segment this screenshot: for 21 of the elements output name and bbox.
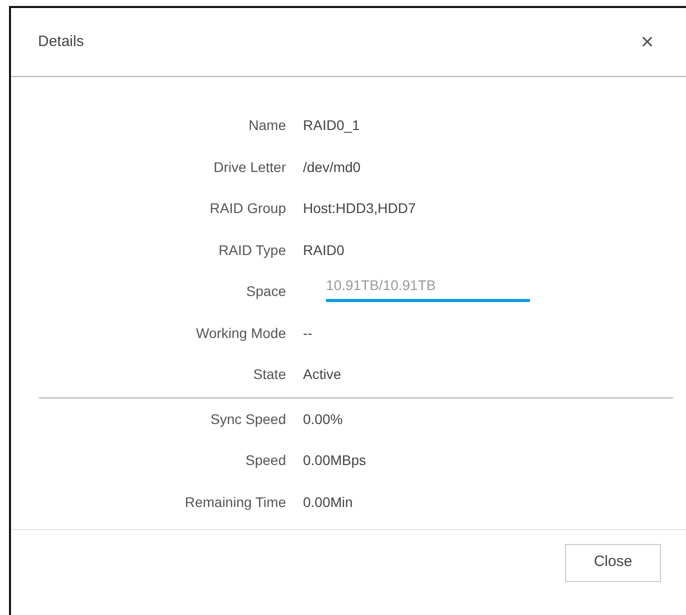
field-label: Working Mode	[194, 324, 286, 343]
field-label: RAID Group	[208, 199, 286, 218]
field-label: Sync Speed	[210, 410, 286, 429]
field-label: Speed	[244, 451, 286, 470]
field-value: /dev/md0	[303, 158, 361, 177]
field-label: Remaining Time	[184, 492, 286, 512]
field-label: State	[252, 365, 286, 384]
field-label: RAID Type	[218, 240, 286, 260]
field-value: Host:HDD3,HDD7	[303, 199, 416, 218]
close-button[interactable]: Close	[565, 544, 661, 582]
field-value: Active	[303, 365, 342, 384]
field-label: Name	[248, 116, 286, 136]
dialog-title: Details	[38, 32, 84, 52]
field-value: 0.00MBps	[303, 451, 366, 470]
field-label: Drive Letter	[212, 158, 286, 177]
field-label: Space	[245, 282, 286, 302]
field-value: RAID0	[303, 240, 344, 260]
field-value: 0.00%	[303, 410, 343, 429]
field-value: --	[303, 324, 312, 343]
field-value: RAID0_1	[303, 116, 360, 136]
field-value: 0.00Min	[303, 492, 353, 512]
